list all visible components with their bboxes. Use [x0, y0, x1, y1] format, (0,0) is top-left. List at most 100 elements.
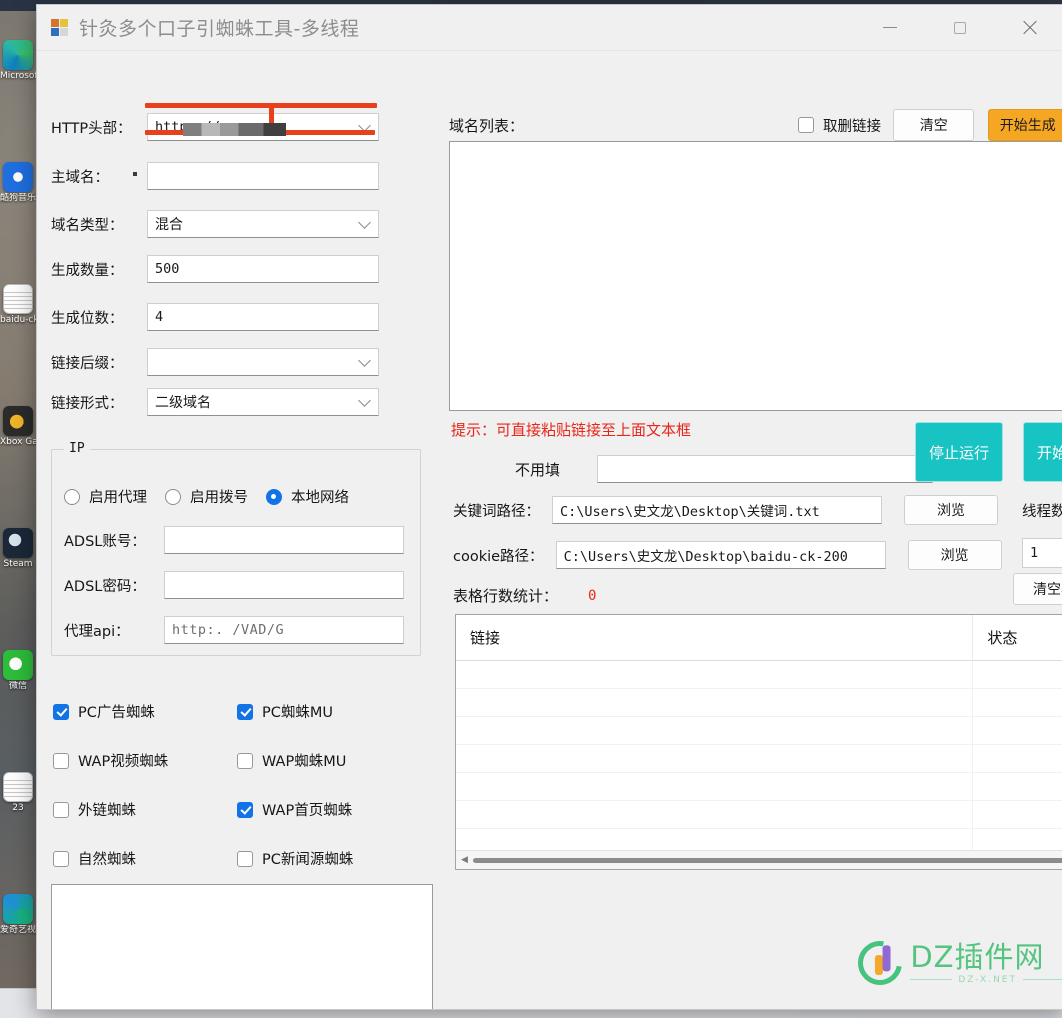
clear-table-button[interactable]: 清空表格 [1013, 573, 1062, 605]
table-row[interactable] [456, 661, 1062, 689]
xbox-icon[interactable]: Xbox Game [0, 406, 36, 448]
proxy-api-input[interactable]: http:. /VAD/G [164, 616, 404, 644]
field-keyword-path: 关键词路径： C:\Users\史文龙\Desktop\关键词.txt 浏览 线… [453, 495, 1062, 525]
browse-cookie-button[interactable]: 浏览 [907, 540, 1002, 570]
radio-enable-dial[interactable]: 启用拨号 [165, 486, 248, 507]
start-generate-button[interactable]: 开始生成 [988, 109, 1062, 141]
paste-hint-text: 提示：可直接粘贴链接至上面文本框 [451, 421, 692, 439]
checkbox-spider-pc-mu[interactable]: PC蜘蛛MU [237, 701, 425, 722]
table-cell-status [972, 689, 1062, 716]
scrollbar-track[interactable] [473, 855, 1062, 866]
domain-type-value: 混合 [155, 217, 183, 233]
radio-local-network[interactable]: 本地网络 [266, 486, 349, 507]
checkbox-spider-wap-home[interactable]: WAP首页蜘蛛 [237, 799, 425, 820]
clear-domain-list-button[interactable]: 清空 [893, 109, 975, 141]
radio-icon [64, 488, 80, 505]
stop-run-button[interactable]: 停止运行 [915, 422, 1003, 482]
radio-label-enable-dial: 启用拨号 [190, 490, 248, 506]
generate-digits-input[interactable]: 4 [147, 303, 379, 331]
checkbox-label-spider-pc-ad: PC广告蜘蛛 [78, 705, 155, 721]
field-main-domain: 主域名： [51, 162, 379, 190]
chevron-down-icon [358, 394, 371, 407]
table-cell-link [456, 717, 972, 744]
checkbox-label-delete-link: 取删链接 [823, 118, 882, 135]
http-prefix-combo[interactable]: https:// [147, 113, 379, 141]
adsl-password-input[interactable] [164, 571, 404, 599]
edge-icon[interactable]: Microsoft Edge [0, 40, 36, 82]
edge-icon-glyph [3, 40, 33, 70]
checkbox-spider-wap-mu[interactable]: WAP蜘蛛MU [237, 750, 425, 771]
kugou-icon-label: 酷狗音乐 [0, 193, 36, 203]
title-bar[interactable]: 针灸多个口子引蜘蛛工具-多线程 [37, 5, 1062, 51]
no-fill-input[interactable] [597, 455, 933, 483]
desktop-icon-column: Microsoft Edge 酷狗音乐 baidu-ck Xbox Game Steam… [0, 0, 36, 1018]
table-cell-link [456, 801, 972, 828]
checkbox-icon [237, 752, 253, 769]
watermark-domain: DZ-X.NET [958, 974, 1017, 985]
field-adsl-account: ADSL账号： [64, 526, 404, 554]
field-label-keyword-path: 关键词路径： [453, 503, 540, 520]
radio-enable-proxy[interactable]: 启用代理 [64, 486, 147, 507]
player-icon-glyph [3, 894, 33, 924]
player-icon[interactable]: 爱奇艺视频 [0, 894, 36, 936]
domain-type-combo[interactable]: 混合 [147, 210, 379, 238]
file2-icon[interactable]: 23 [0, 772, 36, 814]
scroll-left-icon[interactable]: ◀ [456, 855, 473, 865]
checkbox-label-spider-wap-video: WAP视频蜘蛛 [78, 754, 169, 770]
adsl-account-input[interactable] [164, 526, 404, 554]
table-row[interactable] [456, 773, 1062, 801]
scrollbar-thumb[interactable] [473, 857, 1062, 863]
log-output-textarea[interactable] [51, 884, 433, 1009]
chevron-down-icon [358, 119, 371, 132]
table-row[interactable] [456, 745, 1062, 773]
start-run-button[interactable]: 开始运行 [1023, 422, 1062, 482]
wechat-icon[interactable]: 微信 [0, 650, 36, 692]
thread-count-spinner[interactable]: 1 [1022, 538, 1062, 568]
checkbox-label-spider-outlink: 外链蜘蛛 [78, 803, 136, 819]
field-link-form: 链接形式： 二级域名 [51, 388, 379, 416]
minimize-button[interactable] [855, 5, 925, 51]
checkbox-delete-link[interactable]: 取删链接 [798, 115, 881, 136]
cookie-path-input[interactable]: C:\Users\史文龙\Desktop\baidu-ck-200 [555, 541, 886, 569]
maximize-button[interactable] [925, 5, 995, 51]
kugou-icon[interactable]: 酷狗音乐 [0, 162, 36, 204]
link-form-combo[interactable]: 二级域名 [147, 388, 379, 416]
field-cookie-path: cookie路径： C:\Users\史文龙\Desktop\baidu-ck-… [453, 540, 1002, 570]
radio-label-local-network: 本地网络 [291, 490, 349, 506]
keyword-path-input[interactable]: C:\Users\史文龙\Desktop\关键词.txt [552, 496, 882, 524]
player-icon-label: 爱奇艺视频 [0, 925, 36, 935]
file-icon[interactable]: baidu-ck [0, 284, 36, 326]
table-cell-link [456, 773, 972, 800]
main-domain-input[interactable] [147, 162, 379, 190]
table-row[interactable] [456, 717, 1062, 745]
field-label-no-fill: 不用填 [515, 460, 561, 479]
results-table: 链接 状态 ◀ ▶ [455, 614, 1062, 870]
radio-icon-selected [266, 488, 282, 505]
ip-mode-radio-group: 启用代理 启用拨号 本地网络 [64, 486, 349, 507]
table-horizontal-scrollbar[interactable]: ◀ ▶ [456, 850, 1062, 869]
watermark-subtitle: DZ-X.NET [910, 975, 1062, 985]
domain-list-textarea[interactable] [449, 141, 1062, 411]
checkbox-spider-pc-ad[interactable]: PC广告蜘蛛 [53, 701, 237, 722]
checkbox-icon-checked [237, 801, 253, 818]
checkbox-spider-natural[interactable]: 自然蜘蛛 [53, 848, 237, 869]
column-header-link[interactable]: 链接 [456, 627, 972, 648]
column-header-status[interactable]: 状态 [972, 615, 1062, 661]
checkbox-spider-wap-video[interactable]: WAP视频蜘蛛 [53, 750, 237, 771]
close-button[interactable] [995, 5, 1062, 51]
thread-count-value: 1 [1030, 545, 1039, 561]
link-suffix-combo[interactable] [147, 348, 379, 376]
table-row[interactable] [456, 689, 1062, 717]
spider-type-checkbox-grid: PC广告蜘蛛 PC蜘蛛MU WAP视频蜘蛛 WAP蜘蛛MU 外链蜘蛛 WAP首页… [53, 701, 425, 869]
browse-keyword-button[interactable]: 浏览 [904, 495, 998, 525]
table-cell-status [972, 801, 1062, 828]
checkbox-spider-outlink[interactable]: 外链蜘蛛 [53, 799, 237, 820]
checkbox-spider-pc-news[interactable]: PC新闻源蜘蛛 [237, 848, 425, 869]
steam-icon[interactable]: Steam [0, 528, 36, 570]
checkbox-label-spider-wap-mu: WAP蜘蛛MU [262, 754, 347, 770]
domain-list-label: 域名列表： [449, 116, 525, 135]
table-row[interactable] [456, 801, 1062, 829]
kugou-icon-glyph [3, 162, 33, 192]
generate-count-input[interactable]: 500 [147, 255, 379, 283]
chevron-down-icon [358, 354, 371, 367]
